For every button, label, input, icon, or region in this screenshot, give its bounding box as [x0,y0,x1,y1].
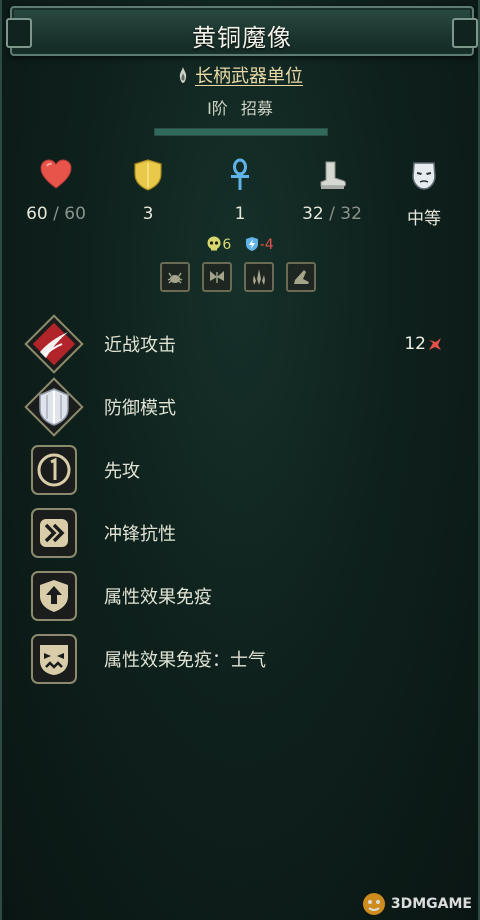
ability-label: 先攻 [104,460,140,482]
positive-buff[interactable]: 6 [206,236,231,253]
tag-mechanical[interactable] [202,262,232,292]
unit-type-link[interactable]: 长柄武器单位 [2,62,478,88]
stat-upkeep[interactable]: 中等 [386,158,462,229]
unit-type-label: 长柄武器单位 [195,66,303,87]
damage-burst-icon [429,337,441,350]
lightning-shield-icon [245,237,258,251]
flame-tag-icon [253,269,265,285]
ability-melee-attack[interactable]: 近战攻击 12 [24,312,464,375]
stat-movement[interactable]: 32 / 32 [294,158,370,224]
butterfly-icon [210,271,224,283]
first-strike-icon [24,440,84,500]
defense-mode-icon [24,376,84,437]
hitpoints-value: 60 [26,204,48,224]
unit-name: 黄铜魔像 [192,24,292,52]
title-banner: 黄铜魔像 [6,6,478,56]
ability-defense-mode[interactable]: 防御模式 [24,375,464,438]
stat-morale[interactable]: 1 [202,158,278,224]
abilities-list: 近战攻击 12 防御模式 先攻 冲锋抗性 属性效果免疫 属性效果免疫：士气 [24,312,464,690]
ability-first-strike[interactable]: 先攻 [24,438,464,501]
status-immunity-icon [24,566,84,626]
tag-polearm[interactable] [244,262,274,292]
skull-icon [207,236,221,251]
melee-attack-icon [24,313,84,374]
tag-construct[interactable] [160,262,190,292]
watermark-text: 3DMGAME [390,896,472,912]
upkeep-value: 中等 [407,209,441,229]
source-label: 招募 [240,99,273,118]
polearm-class-icon [179,67,187,83]
shield-icon [134,159,162,191]
trait-tags [160,262,324,296]
watermark-logo [362,893,385,915]
ankh-icon [231,158,249,190]
experience-bar-fill [155,129,327,135]
ability-morale-immunity[interactable]: 属性效果免疫：士气 [24,627,464,690]
tag-infantry[interactable] [286,262,316,292]
ability-label: 属性效果免疫：士气 [104,649,266,671]
attack-value: 12 [404,334,442,354]
ability-label: 防御模式 [104,397,176,419]
positive-buff-value: 6 [222,237,232,253]
attack-damage-value: 12 [404,333,426,354]
tier-label: I阶 [207,99,228,118]
ability-status-immunity[interactable]: 属性效果免疫 [24,564,464,627]
watermark: 3DMGAME [352,890,472,918]
morale-value: 1 [234,204,246,224]
boot-icon [320,161,346,189]
unit-info-panel: 黄铜魔像 长柄武器单位 I阶 招募 60 / 60 3 1 32 / 32 中等… [0,0,480,920]
heart-icon [40,159,72,189]
experience-bar [154,128,328,136]
hitpoints-max: 60 [64,204,86,224]
foot-icon [294,270,309,284]
charge-resistance-icon [24,503,84,563]
ability-label: 冲锋抗性 [104,523,176,545]
crab-icon [167,272,183,284]
rank-line: I阶 招募 [2,95,478,119]
stat-armor[interactable]: 3 [110,158,186,224]
mask-icon [412,162,436,190]
ability-charge-resistance[interactable]: 冲锋抗性 [24,501,464,564]
negative-buff-value: -4 [259,237,274,253]
armor-value: 3 [142,204,154,224]
negative-buff[interactable]: -4 [244,236,274,253]
ability-label: 近战攻击 [104,334,176,356]
ability-label: 属性效果免疫 [104,586,212,608]
buff-row: 6 -4 [2,236,478,253]
movement-value: 32 [302,204,324,224]
movement-max: 32 [340,204,362,224]
morale-immunity-icon [24,629,84,689]
stat-hitpoints[interactable]: 60 / 60 [18,158,94,224]
